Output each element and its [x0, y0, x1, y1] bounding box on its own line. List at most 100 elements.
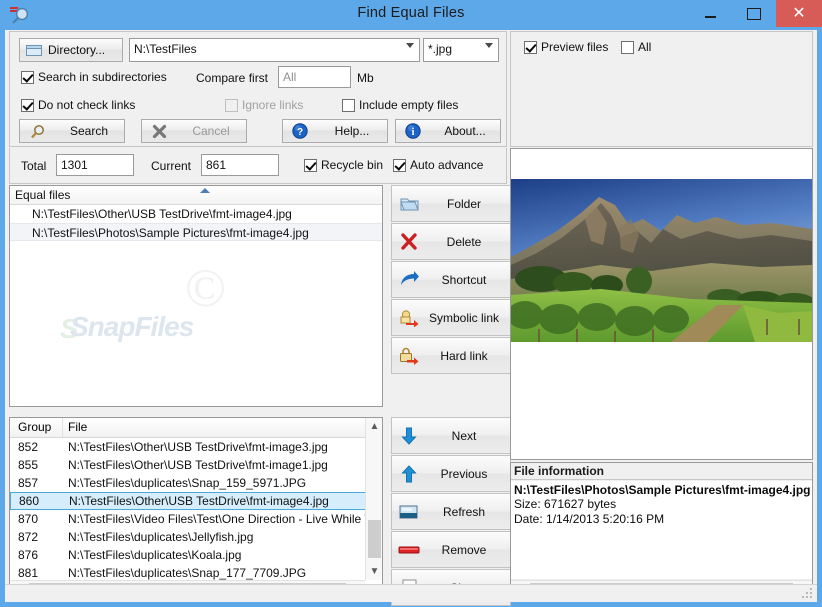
directory-button[interactable]: Directory...	[19, 38, 123, 62]
close-button[interactable]: ✕	[776, 0, 822, 27]
current-input[interactable]: 861	[201, 154, 279, 176]
directory-path-value: N:\TestFiles	[134, 42, 197, 56]
all-label: All	[638, 40, 652, 54]
refresh-action-button[interactable]: Refresh	[391, 493, 511, 530]
table-row[interactable]: 876 N:\TestFiles\duplicates\Koala.jpg	[10, 546, 382, 564]
grid-column-file[interactable]: File	[68, 420, 87, 434]
cell-group: 852	[18, 440, 39, 454]
preview-files-checkbox[interactable]: Preview files	[524, 40, 608, 54]
list-item[interactable]: N:\TestFiles\Other\USB TestDrive\fmt-ima…	[10, 205, 382, 223]
do-not-check-links-checkbox[interactable]: Do not check links	[21, 98, 135, 112]
delete-action-button[interactable]: Delete	[391, 223, 511, 260]
equal-files-list[interactable]: Equal files N:\TestFiles\Other\USB TestD…	[9, 185, 383, 407]
hard-link-lock-icon	[392, 347, 426, 365]
total-input[interactable]: 1301	[56, 154, 134, 176]
status-bar	[5, 584, 817, 602]
table-row-selected[interactable]: 860 N:\TestFiles\Other\USB TestDrive\fmt…	[10, 492, 382, 510]
table-row[interactable]: 872 N:\TestFiles\duplicates\Jellyfish.jp…	[10, 528, 382, 546]
preview-files-label: Preview files	[541, 40, 609, 54]
table-row[interactable]: 857 N:\TestFiles\duplicates\Snap_159_597…	[10, 474, 382, 492]
table-row[interactable]: 870 N:\TestFiles\Video Files\Test\One Di…	[10, 510, 382, 528]
checkbox-box	[524, 40, 537, 54]
scroll-down-icon[interactable]: ▼	[366, 563, 382, 580]
current-value: 861	[206, 158, 227, 172]
help-button-label: Help...	[334, 124, 370, 138]
about-button[interactable]: i About...	[395, 119, 501, 143]
include-empty-files-checkbox[interactable]: Include empty files	[342, 98, 458, 112]
preview-options-pane: Preview files All	[510, 31, 813, 147]
info-icon: i	[396, 123, 430, 139]
resize-grip[interactable]	[802, 588, 814, 600]
all-checkbox[interactable]: All	[621, 40, 651, 54]
cell-group: 870	[18, 512, 39, 526]
hard-link-action-label: Hard link	[440, 348, 488, 363]
shortcut-action-button[interactable]: Shortcut	[391, 261, 511, 298]
checkbox-box	[21, 70, 34, 84]
folder-action-button[interactable]: Folder	[391, 185, 511, 222]
delete-action-label: Delete	[446, 234, 482, 249]
directory-path-combo[interactable]: N:\TestFiles	[129, 38, 420, 62]
do-not-check-links-label: Do not check links	[38, 98, 136, 112]
title-bar: Find Equal Files ✕	[0, 0, 822, 30]
close-icon: ✕	[792, 4, 806, 22]
maximize-button[interactable]	[732, 0, 776, 27]
search-button[interactable]: Search	[19, 119, 125, 143]
preview-image	[511, 179, 812, 342]
remove-action-button[interactable]: Remove	[391, 531, 511, 568]
previous-action-button[interactable]: Previous	[391, 455, 511, 492]
hard-link-action-button[interactable]: Hard link	[391, 337, 511, 374]
cell-file: N:\TestFiles\duplicates\Jellyfish.jpg	[68, 530, 254, 544]
scroll-up-icon[interactable]: ▲	[366, 418, 382, 435]
column-divider[interactable]	[62, 418, 63, 437]
table-row[interactable]: 852 N:\TestFiles\Other\USB TestDrive\fmt…	[10, 438, 382, 456]
ignore-links-checkbox: Ignore links	[225, 98, 303, 112]
cell-file: N:\TestFiles\Video Files\Test\One Direct…	[68, 512, 380, 526]
auto-advance-checkbox[interactable]: Auto advance	[393, 158, 483, 172]
equal-files-header-label: Equal files	[15, 188, 71, 202]
search-subdirectories-checkbox[interactable]: Search in subdirectories	[21, 70, 167, 84]
folder-action-label: Folder	[446, 196, 481, 211]
cancel-button-label: Cancel	[192, 124, 230, 138]
next-action-label: Next	[451, 428, 477, 443]
file-information-body[interactable]: N:\TestFiles\Photos\Sample Pictures\fmt-…	[511, 481, 812, 579]
grid-column-group[interactable]: Group	[18, 420, 51, 434]
remove-bar-icon	[392, 544, 426, 556]
refresh-action-label: Refresh	[442, 504, 486, 519]
table-row[interactable]: 855 N:\TestFiles\Other\USB TestDrive\fmt…	[10, 456, 382, 474]
minimize-button[interactable]	[688, 0, 732, 27]
cell-group: 876	[18, 548, 39, 562]
cancel-button: Cancel	[141, 119, 247, 143]
compare-first-input[interactable]: All	[278, 66, 351, 88]
list-item[interactable]: N:\TestFiles\Photos\Sample Pictures\fmt-…	[10, 223, 382, 241]
file-filter-combo[interactable]: *.jpg	[423, 38, 499, 62]
image-preview-pane[interactable]	[510, 148, 813, 460]
cell-file: N:\TestFiles\duplicates\Snap_159_5971.JP…	[68, 476, 307, 490]
results-grid[interactable]: Group File 852 N:\TestFiles\Other\USB Te…	[9, 417, 383, 598]
scrollbar-thumb[interactable]	[368, 520, 381, 558]
red-x-icon	[392, 233, 426, 250]
recycle-bin-label: Recycle bin	[321, 158, 384, 172]
svg-text:i: i	[412, 127, 415, 138]
client-area: Directory... N:\TestFiles *.jpg Search i…	[5, 30, 817, 606]
cell-group: 857	[18, 476, 39, 490]
previous-action-label: Previous	[440, 466, 488, 481]
minimize-icon	[704, 16, 716, 18]
folder-icon	[20, 44, 48, 57]
shortcut-action-label: Shortcut	[441, 272, 487, 287]
recycle-bin-checkbox[interactable]: Recycle bin	[304, 158, 383, 172]
auto-advance-label: Auto advance	[410, 158, 484, 172]
checkbox-box	[393, 158, 406, 172]
equal-files-header[interactable]: Equal files	[10, 186, 382, 205]
checkbox-box	[21, 98, 34, 112]
symbolic-link-action-button[interactable]: Symbolic link	[391, 299, 511, 336]
file-information-header: File information	[511, 463, 812, 480]
help-button[interactable]: ? Help...	[282, 119, 388, 143]
grid-vertical-scrollbar[interactable]: ▲ ▼	[365, 418, 382, 580]
file-date: Date: 1/14/2013 5:20:16 PM	[514, 512, 665, 526]
checkbox-box	[342, 98, 355, 112]
watermark-text: SnapFiles	[70, 311, 194, 342]
snapfiles-watermark: © S SnapFiles	[60, 261, 350, 351]
remove-action-label: Remove	[441, 542, 487, 557]
next-action-button[interactable]: Next	[391, 417, 511, 454]
directory-button-label: Directory...	[48, 43, 106, 57]
